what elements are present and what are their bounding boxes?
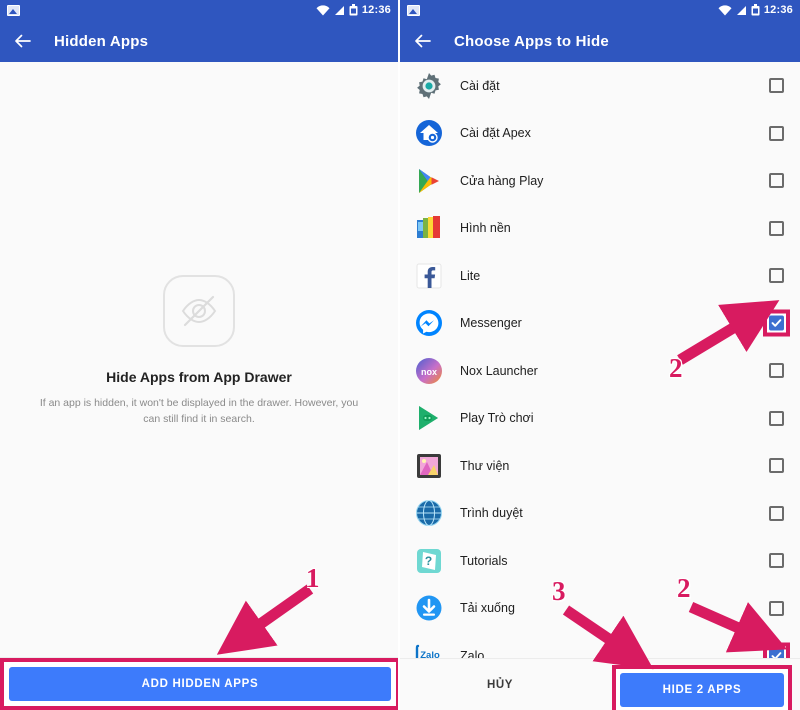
page-title: Choose Apps to Hide xyxy=(454,32,609,50)
browser-globe-icon xyxy=(414,498,444,528)
add-hidden-apps-highlight: ADD HIDDEN APPS xyxy=(0,658,398,710)
app-checkbox[interactable] xyxy=(769,505,784,521)
back-arrow-icon[interactable] xyxy=(412,30,434,52)
app-name-label: Thư viện xyxy=(460,458,510,473)
right-phone-screen: 12:36 Choose Apps to Hide Cài đặt Cài đặt… xyxy=(400,0,800,710)
app-checkbox[interactable] xyxy=(769,78,784,94)
app-list-item[interactable]: Thư viện xyxy=(400,442,800,490)
page-title: Hidden Apps xyxy=(54,32,149,50)
apex-settings-icon xyxy=(414,118,444,148)
status-bar-left-icons xyxy=(7,4,20,16)
app-checkbox[interactable] xyxy=(769,553,784,569)
app-list-item[interactable]: Trình duyệt xyxy=(400,489,800,537)
photo-icon xyxy=(407,4,420,16)
left-bottom-bar: ADD HIDDEN APPS xyxy=(0,657,398,710)
app-name-label: Tutorials xyxy=(460,553,508,568)
app-list-item[interactable]: Messenger xyxy=(400,299,800,347)
app-checkbox[interactable] xyxy=(769,648,784,658)
app-name-label: Nox Launcher xyxy=(460,363,538,378)
app-list-item[interactable]: Cài đặt xyxy=(400,62,800,110)
app-name-label: Hình nền xyxy=(460,221,511,236)
app-checkbox[interactable] xyxy=(769,220,784,236)
app-name-label: Tải xuống xyxy=(460,601,515,616)
app-checkbox[interactable] xyxy=(769,410,784,426)
app-checkbox[interactable] xyxy=(769,268,784,284)
app-bar-right: Choose Apps to Hide xyxy=(400,20,800,62)
wifi-icon xyxy=(718,4,732,15)
checkbox-highlight xyxy=(763,309,790,337)
add-hidden-apps-button[interactable]: ADD HIDDEN APPS xyxy=(9,667,391,701)
downloads-icon xyxy=(414,593,444,623)
back-arrow-icon[interactable] xyxy=(12,30,34,52)
empty-state-description: If an app is hidden, it won't be display… xyxy=(39,396,359,425)
signal-icon xyxy=(334,5,344,15)
app-checkbox[interactable] xyxy=(769,600,784,616)
facebook-lite-icon xyxy=(414,261,444,291)
app-list-item[interactable]: ? Tutorials xyxy=(400,537,800,585)
status-bar-right-icons-2: 12:36 xyxy=(718,4,793,16)
app-name-label: Trình duyệt xyxy=(460,506,523,521)
app-name-label: Messenger xyxy=(460,316,522,331)
app-name-label: Cài đặt xyxy=(460,78,500,93)
app-checkbox[interactable] xyxy=(769,363,784,379)
svg-text:nox: nox xyxy=(421,367,437,377)
left-phone-screen: 12:36 Hidden Apps Hide Apps from App Dra… xyxy=(0,0,400,710)
app-name-label: Cửa hàng Play xyxy=(460,173,544,188)
status-bar-clock: 12:36 xyxy=(763,4,793,16)
screenshot-pair: 12:36 Hidden Apps Hide Apps from App Dra… xyxy=(0,0,800,710)
wallpaper-icon xyxy=(414,213,444,243)
app-list-item[interactable]: Lite xyxy=(400,252,800,300)
empty-state-title: Hide Apps from App Drawer xyxy=(106,368,292,385)
wifi-icon xyxy=(316,4,330,15)
status-bar-left-icons-2 xyxy=(407,4,420,16)
app-list-item[interactable]: nox Nox Launcher xyxy=(400,347,800,395)
app-name-label: Play Trò chơi xyxy=(460,411,534,426)
app-checkbox[interactable] xyxy=(769,315,784,331)
signal-icon xyxy=(736,5,746,15)
app-list-item[interactable]: Cài đặt Apex xyxy=(400,109,800,157)
app-name-label: Zalo xyxy=(460,648,485,658)
svg-text:Zalo: Zalo xyxy=(420,650,440,658)
app-checkbox[interactable] xyxy=(769,125,784,141)
gallery-icon xyxy=(414,451,444,481)
app-list[interactable]: Cài đặt Cài đặt Apex Cửa hàng Play Hình nền… xyxy=(400,62,800,658)
zalo-icon: Zalo xyxy=(414,641,444,658)
app-list-item[interactable]: Hình nền xyxy=(400,204,800,252)
tutorials-icon: ? xyxy=(414,546,444,576)
status-bar-right: 12:36 xyxy=(400,0,800,20)
app-bar-left: Hidden Apps xyxy=(0,20,398,62)
app-list-item[interactable]: Zalo Zalo xyxy=(400,632,800,658)
hide-apps-highlight: HIDE 2 APPS xyxy=(612,665,792,710)
hide-apps-button[interactable]: HIDE 2 APPS xyxy=(620,673,784,707)
battery-icon xyxy=(751,4,760,16)
play-store-icon xyxy=(414,166,444,196)
app-checkbox[interactable] xyxy=(769,173,784,189)
app-list-item[interactable]: Play Trò chơi xyxy=(400,394,800,442)
app-list-item[interactable]: Cửa hàng Play xyxy=(400,157,800,205)
empty-state: Hide Apps from App Drawer If an app is h… xyxy=(0,62,398,710)
app-list-item[interactable]: Tải xuống xyxy=(400,584,800,632)
checkbox-highlight xyxy=(763,642,790,658)
battery-icon xyxy=(349,4,358,16)
status-bar-right-icons: 12:36 xyxy=(316,4,391,16)
right-bottom-bar: HỦY HIDE 2 APPS xyxy=(400,658,800,710)
app-checkbox[interactable] xyxy=(769,458,784,474)
messenger-icon xyxy=(414,308,444,338)
play-games-icon xyxy=(414,403,444,433)
status-bar-left: 12:36 xyxy=(0,0,398,20)
settings-gear-icon xyxy=(414,71,444,101)
eye-off-icon xyxy=(163,274,235,347)
svg-text:?: ? xyxy=(425,554,432,568)
photo-icon xyxy=(7,4,20,16)
cancel-button[interactable]: HỦY xyxy=(400,679,600,691)
app-name-label: Cài đặt Apex xyxy=(460,126,531,141)
status-bar-clock: 12:36 xyxy=(361,4,391,16)
app-name-label: Lite xyxy=(460,268,481,283)
nox-launcher-icon: nox xyxy=(414,356,444,386)
